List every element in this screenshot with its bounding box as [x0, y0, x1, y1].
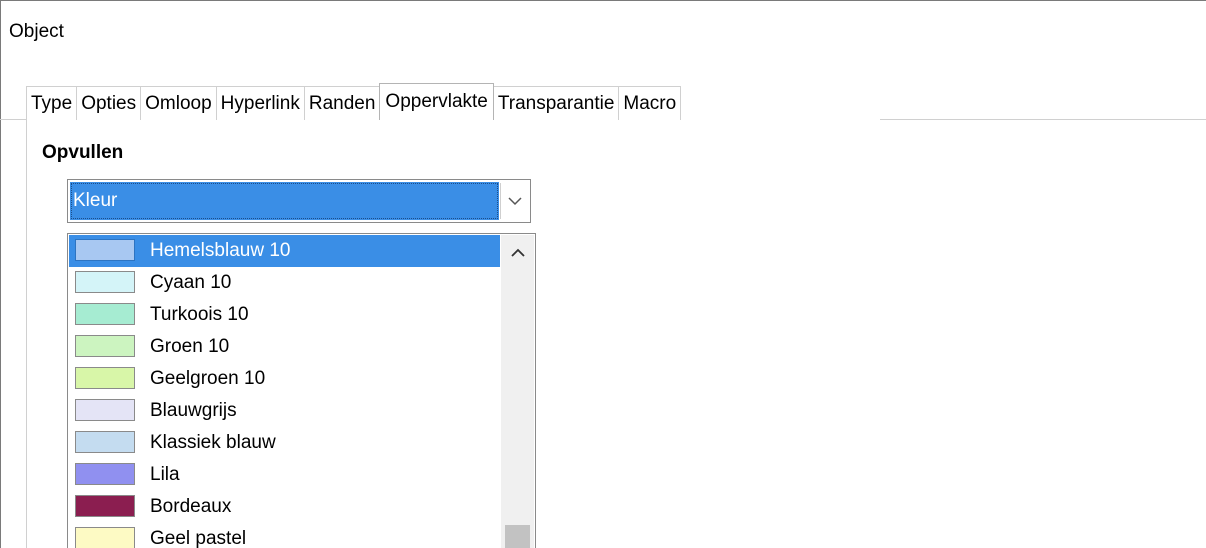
color-name: Blauwgrijs	[150, 400, 237, 421]
color-swatch	[75, 271, 135, 293]
color-name: Cyaan 10	[150, 272, 232, 293]
color-swatch	[75, 239, 135, 261]
tab-hyperlink[interactable]: Hyperlink	[215, 86, 305, 120]
tab-transparantie[interactable]: Transparantie	[492, 86, 620, 120]
color-name: Geelgroen 10	[150, 368, 266, 389]
color-list-items: Hemelsblauw 10 Cyaan 10 Turkoois 10 Groen 1…	[69, 235, 500, 548]
color-swatch	[75, 367, 135, 389]
color-list-item[interactable]: Geel pastel	[69, 523, 500, 548]
color-name: Turkoois 10	[150, 304, 249, 325]
color-name: Klassiek blauw	[150, 432, 276, 453]
color-list-item[interactable]: Cyaan 10	[69, 267, 500, 299]
color-list-item[interactable]: Groen 10	[69, 331, 500, 363]
window-border-left	[0, 0, 1, 548]
color-list-item[interactable]: Blauwgrijs	[69, 395, 500, 427]
chevron-down-icon[interactable]	[500, 183, 528, 219]
color-list[interactable]: Hemelsblauw 10 Cyaan 10 Turkoois 10 Groen 1…	[67, 233, 536, 548]
tab-panel-border	[26, 119, 27, 548]
color-list-item[interactable]: Turkoois 10	[69, 299, 500, 331]
color-list-scrollbar[interactable]	[501, 235, 534, 548]
color-list-item[interactable]: Klassiek blauw	[69, 427, 500, 459]
tab-type[interactable]: Type	[26, 86, 78, 120]
color-swatch	[75, 303, 135, 325]
chevron-up-icon[interactable]	[501, 235, 534, 269]
color-swatch	[75, 495, 135, 517]
window-border-top	[0, 0, 1206, 1]
color-name: Hemelsblauw 10	[150, 240, 291, 261]
tab-randen[interactable]: Randen	[303, 86, 381, 120]
color-swatch	[75, 463, 135, 485]
fill-type-value: Kleur	[70, 182, 499, 220]
color-name: Bordeaux	[150, 496, 232, 517]
dialog-title: Object	[9, 21, 64, 42]
tab-baseline-left	[0, 119, 26, 120]
color-swatch	[75, 527, 135, 548]
tab-oppervlakte[interactable]: Oppervlakte	[379, 83, 494, 120]
fill-section-label: Opvullen	[42, 142, 124, 163]
tab-omloop[interactable]: Omloop	[140, 86, 217, 120]
scrollbar-thumb[interactable]	[505, 525, 530, 548]
color-swatch	[75, 399, 135, 421]
color-list-item[interactable]: Geelgroen 10	[69, 363, 500, 395]
color-name: Groen 10	[150, 336, 230, 357]
color-name: Geel pastel	[150, 528, 247, 548]
color-swatch	[75, 335, 135, 357]
color-swatch	[75, 431, 135, 453]
tab-opties[interactable]: Opties	[76, 86, 142, 120]
color-list-item[interactable]: Lila	[69, 459, 500, 491]
color-name: Lila	[150, 464, 180, 485]
fill-type-select[interactable]: Kleur	[67, 179, 531, 223]
tab-macro[interactable]: Macro	[618, 86, 682, 120]
color-list-item[interactable]: Hemelsblauw 10	[69, 235, 500, 267]
color-list-item[interactable]: Bordeaux	[69, 491, 500, 523]
tab-baseline-right	[880, 119, 1206, 120]
tab-bar: Type Opties Omloop Hyperlink Randen Oppe…	[26, 83, 682, 120]
